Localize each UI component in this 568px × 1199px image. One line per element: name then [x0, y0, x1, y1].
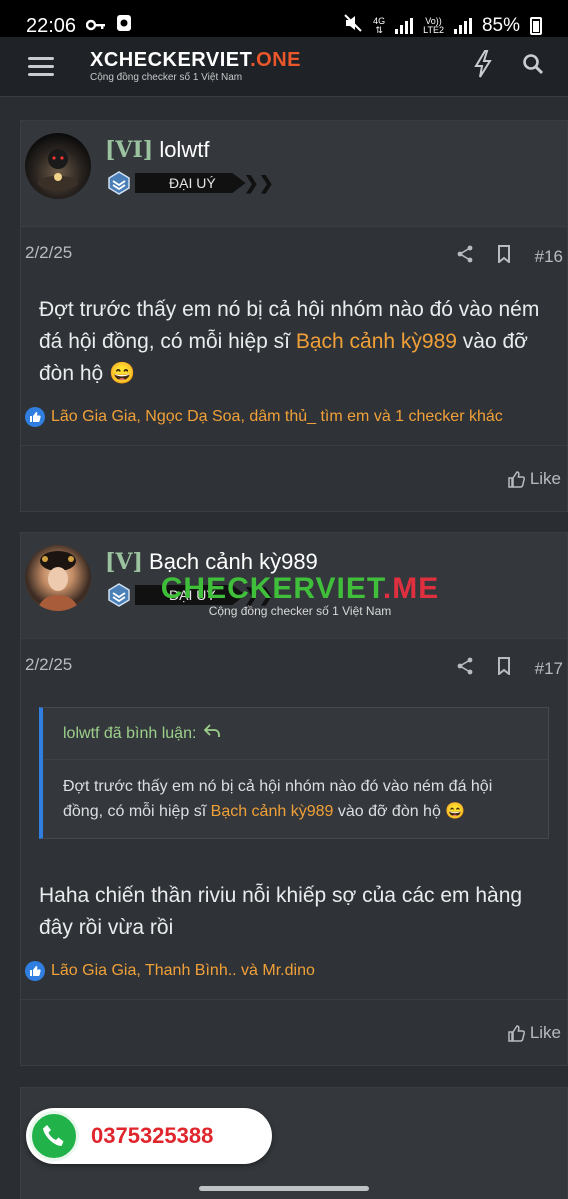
post-number[interactable]: #16: [535, 247, 563, 267]
network-4g: 4G ⇅: [373, 16, 386, 35]
rank-chevron-icon: [108, 171, 130, 195]
site-logo[interactable]: XCHECKERVIET.ONE Cộng đồng checker số 1 …: [90, 50, 301, 83]
lightning-icon[interactable]: [474, 50, 492, 83]
phone-contact-button[interactable]: 0375325388: [26, 1108, 272, 1164]
user-mention[interactable]: Bạch cảnh kỳ989: [211, 803, 334, 820]
share-icon[interactable]: [457, 657, 473, 680]
jump-to-quote-icon[interactable]: [204, 724, 221, 743]
rank-badge: ĐẠI UÝ ❯❯: [107, 583, 274, 607]
menu-icon[interactable]: [28, 57, 54, 76]
post-author-header: [VI] lolwtf ĐẠI UÝ ❯❯: [21, 121, 567, 227]
reaction-list[interactable]: Lão Gia Gia, Ngọc Dạ Soa, dâm thủ_ tìm e…: [25, 407, 503, 427]
bookmark-icon[interactable]: [497, 245, 511, 268]
post-author-header: [V] Bạch cảnh kỳ989 ĐẠI UÝ ❯❯: [21, 533, 567, 639]
thumbs-up-icon: [508, 1025, 525, 1042]
app-header: XCHECKERVIET.ONE Cộng đồng checker số 1 …: [0, 37, 568, 97]
battery-percent: 85%: [481, 15, 520, 36]
post-date[interactable]: 2/2/25: [25, 655, 72, 675]
signal-icon-2: [453, 18, 472, 34]
post-body: Haha chiến thần riviu nỗi khiếp sợ của c…: [39, 884, 523, 939]
thumbs-up-icon: [508, 471, 525, 488]
rank-arrow-icon: ❯❯: [243, 584, 274, 605]
username[interactable]: [VI] lolwtf: [105, 137, 209, 163]
post-date[interactable]: 2/2/25: [25, 243, 72, 263]
signal-icon: [395, 18, 414, 34]
mute-icon: [343, 13, 363, 39]
post-16: [VI] lolwtf ĐẠI UÝ ❯❯ 2/2/25 #16 Đợt trư…: [20, 120, 568, 512]
key-icon: [85, 15, 106, 37]
like-button[interactable]: Like: [508, 1023, 561, 1043]
quote-header[interactable]: lolwtf đã bình luận:: [43, 708, 548, 760]
rank-arrow-icon: ❯❯: [243, 172, 274, 193]
bookmark-icon[interactable]: [497, 657, 511, 680]
logo-tagline: Cộng đồng checker số 1 Việt Nam: [90, 72, 243, 83]
quote-body: Đợt trước thấy em nó bị cả hội nhóm nào …: [63, 778, 493, 820]
like-button[interactable]: Like: [508, 469, 561, 489]
rank-chevron-icon: [108, 583, 130, 607]
like-reaction-icon: [25, 961, 45, 981]
volte-indicator: Vo)) LTE2: [423, 16, 444, 35]
like-reaction-icon: [25, 407, 45, 427]
home-indicator[interactable]: [199, 1186, 369, 1191]
avatar[interactable]: [25, 133, 91, 199]
rank-badge: ĐẠI UÝ ❯❯: [107, 171, 274, 195]
status-time: 22:06: [26, 14, 77, 37]
avatar[interactable]: [25, 545, 91, 611]
phone-number: 0375325388: [91, 1123, 214, 1148]
post-number[interactable]: #17: [535, 659, 563, 679]
search-icon[interactable]: [522, 53, 544, 80]
phone-icon: [29, 1111, 79, 1161]
quote-block: lolwtf đã bình luận: Đợt trước thấy em n…: [39, 707, 549, 839]
user-mention[interactable]: Bạch cảnh kỳ989: [296, 330, 457, 353]
reaction-list[interactable]: Lão Gia Gia, Thanh Bình.. và Mr.dino: [25, 961, 315, 981]
post-17: [V] Bạch cảnh kỳ989 ĐẠI UÝ ❯❯ 2/2/25 #17…: [20, 532, 568, 1066]
share-icon[interactable]: [457, 245, 473, 268]
username[interactable]: [V] Bạch cảnh kỳ989: [105, 549, 318, 575]
post-body: Đợt trước thấy em nó bị cả hội nhóm nào …: [39, 298, 540, 385]
app-notification-icon: [116, 14, 132, 38]
battery-icon: [530, 17, 542, 35]
